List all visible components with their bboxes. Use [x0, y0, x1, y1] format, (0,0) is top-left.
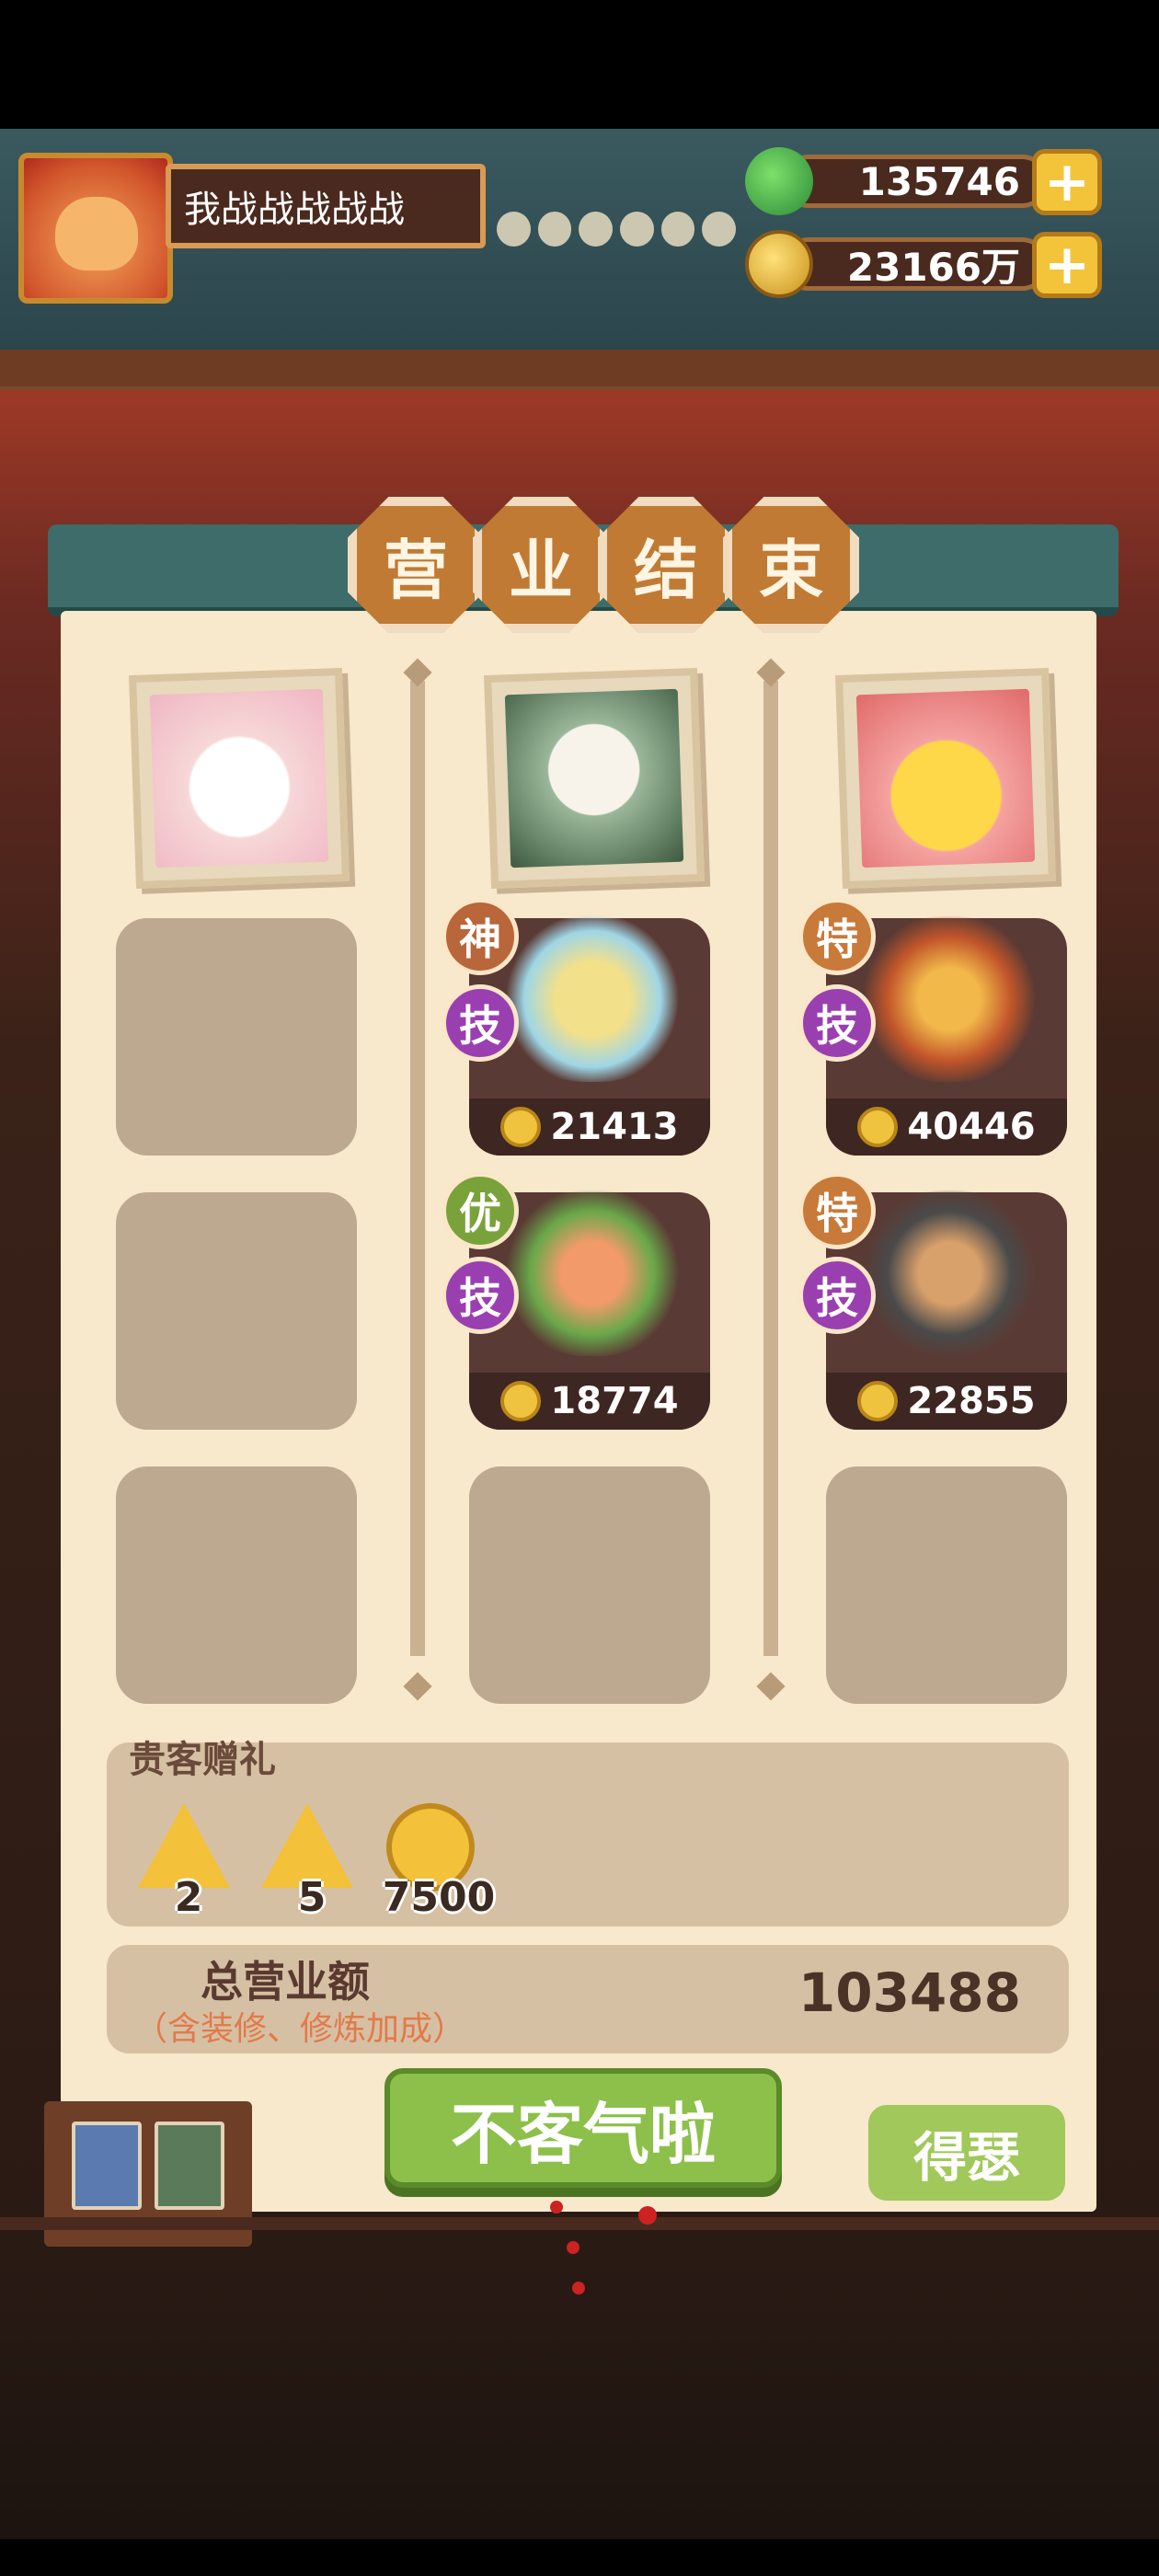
title-char: 业 — [473, 497, 609, 633]
add-jade-button[interactable]: + — [1032, 149, 1102, 215]
rank-badge: 神 — [442, 898, 519, 975]
decor-dot — [572, 2282, 585, 2294]
rank-badge: 特 — [798, 1172, 876, 1249]
gift-count: 2 — [174, 1874, 203, 1921]
total-revenue-note: （含装修、修炼加成） — [134, 2010, 466, 2048]
column-divider — [410, 681, 425, 1656]
player-avatar[interactable] — [18, 153, 173, 304]
coin-icon — [500, 1381, 542, 1421]
decor-dot — [638, 2206, 657, 2225]
rank-badge: 特 — [798, 898, 876, 975]
coin-icon — [857, 1107, 899, 1147]
gift-item[interactable]: 5 — [261, 1803, 362, 1921]
empty-dish-slot — [116, 1192, 357, 1430]
total-revenue-value: 103488 — [798, 1961, 1021, 2024]
title-char: 营 — [348, 497, 484, 633]
guest-portrait-chef[interactable] — [484, 668, 705, 889]
decor-dot — [567, 2241, 580, 2254]
empty-dish-slot — [469, 1466, 710, 1704]
counter-floor — [0, 2217, 1159, 2230]
dish-image — [857, 916, 1041, 1082]
empty-dish-slot — [116, 918, 357, 1156]
panel-title: 营 业 结 束 — [348, 497, 859, 633]
blue-card-icon — [72, 2122, 142, 2210]
guest-portrait-chick[interactable] — [835, 668, 1056, 889]
dish-price: 21413 — [469, 1098, 710, 1156]
decline-button[interactable]: 不客气啦 — [384, 2068, 782, 2188]
dish-price: 40446 — [826, 1098, 1067, 1156]
skill-badge: 技 — [442, 1257, 519, 1334]
gold-resource: 23166万 + — [745, 230, 1104, 298]
gold-coin-icon — [745, 230, 813, 298]
gold-amount: 23166万 — [782, 237, 1049, 291]
jade-icon — [745, 147, 813, 215]
column-divider — [763, 681, 778, 1656]
guest-portrait-cat[interactable] — [129, 668, 350, 889]
dish-image — [500, 916, 684, 1082]
gift-item[interactable]: 7500 — [379, 1803, 499, 1921]
skill-badge: 技 — [798, 984, 876, 1062]
dish-image — [857, 1190, 1041, 1356]
dish-price: 22855 — [826, 1373, 1067, 1430]
title-char: 束 — [723, 497, 859, 633]
decor-lanterns — [497, 212, 737, 267]
gift-count: 7500 — [382, 1874, 496, 1921]
counter-shelf — [0, 350, 1159, 386]
player-name: 我战战战战战 — [166, 164, 486, 248]
gift-item[interactable]: 2 — [138, 1803, 239, 1921]
coin-icon — [500, 1107, 542, 1147]
coin-icon — [857, 1381, 899, 1421]
jade-resource: 135746 + — [745, 147, 1104, 215]
dish-price: 18774 — [469, 1373, 710, 1430]
gift-count: 5 — [297, 1874, 327, 1921]
rank-badge: 优 — [442, 1172, 519, 1249]
share-button[interactable]: 得瑟 — [868, 2105, 1065, 2201]
total-revenue-label: 总营业额 — [201, 1957, 370, 2007]
empty-dish-slot — [826, 1466, 1067, 1704]
empty-dish-slot — [116, 1466, 357, 1704]
skill-badge: 技 — [798, 1257, 876, 1334]
dish-image — [500, 1190, 684, 1356]
add-gold-button[interactable]: + — [1032, 232, 1102, 298]
skill-badge: 技 — [442, 984, 519, 1062]
green-card-icon — [155, 2122, 224, 2210]
title-char: 结 — [598, 497, 734, 633]
jade-amount: 135746 — [782, 155, 1049, 208]
guest-gift-label: 贵客赠礼 — [129, 1739, 276, 1781]
decor-dot — [550, 2201, 563, 2214]
